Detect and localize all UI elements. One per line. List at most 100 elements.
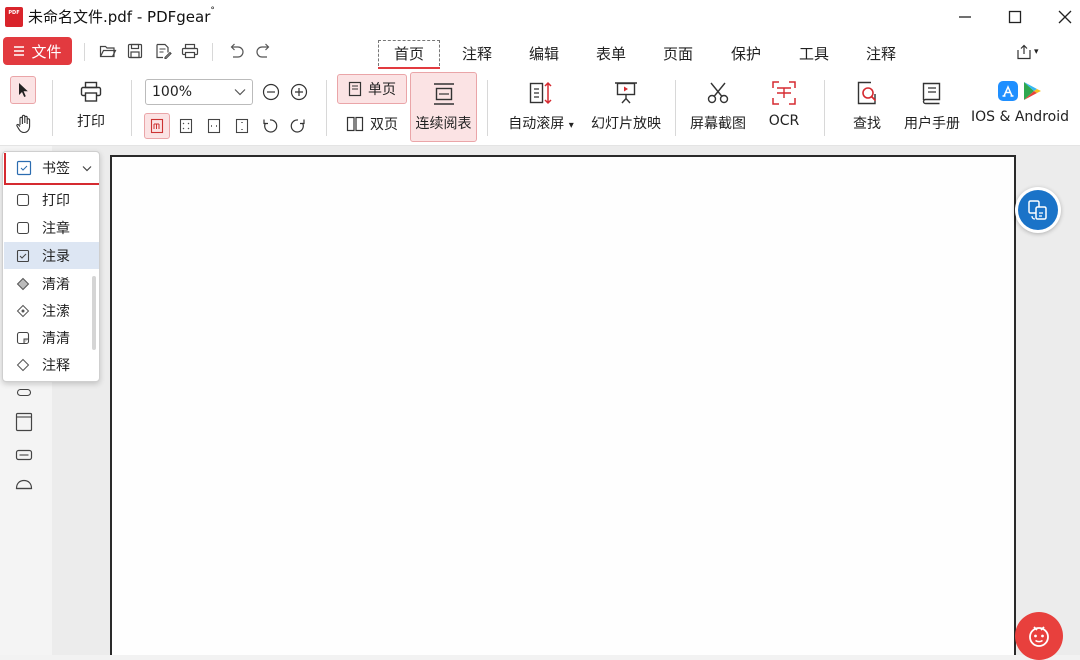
highlight-shape-icon [16, 388, 32, 397]
diamond-outline-icon [16, 358, 30, 371]
window-title-suffix: ° [210, 6, 215, 16]
dropdown-item-label: 打印 [42, 192, 70, 209]
fit-width-button[interactable] [203, 115, 225, 137]
minimize-icon [959, 16, 971, 18]
print-label: 打印 [77, 114, 105, 130]
tab-tools[interactable]: 工具 [789, 40, 839, 66]
page-thumbnail-icon [15, 412, 33, 432]
share-button[interactable]: ▾ [1016, 42, 1046, 62]
dropdown-item-print[interactable]: 打印 [4, 186, 99, 213]
double-page-button[interactable]: 双页 [337, 110, 407, 138]
fit-height-button[interactable] [231, 115, 253, 137]
auto-scroll-label: 自动滚屏 ▾ [508, 113, 573, 133]
actual-size-button[interactable] [144, 113, 170, 139]
divider [212, 43, 213, 61]
tab-form[interactable]: 表单 [586, 40, 636, 66]
zoom-in-icon [290, 83, 308, 101]
search-document-icon [857, 81, 877, 105]
ai-assistant-fab[interactable] [1015, 612, 1063, 660]
app-logo: PDF [5, 7, 23, 27]
close-icon [1058, 10, 1072, 24]
tab-annotate-label: 注释 [461, 44, 492, 63]
auto-scroll-button[interactable]: 自动滚屏 ▾ [503, 80, 579, 140]
dropdown-item-record[interactable]: 注录 [4, 242, 99, 269]
page-icon [16, 193, 30, 206]
rotate-left-button[interactable] [259, 115, 281, 137]
find-label: 查找 [853, 116, 881, 132]
tab-annotate-2[interactable]: 注释 [856, 40, 906, 66]
close-button[interactable] [1040, 0, 1080, 34]
folder-open-icon [99, 45, 117, 58]
app-logo-text: PDF [8, 10, 20, 16]
dropdown-scrollbar[interactable] [92, 276, 96, 350]
tab-edit[interactable]: 编辑 [519, 40, 569, 66]
single-page-button[interactable]: 单页 [337, 74, 407, 104]
zoom-out-icon [262, 83, 280, 101]
screenshot-button[interactable]: 屏幕截图 [685, 80, 751, 140]
find-button[interactable]: 查找 [842, 80, 892, 140]
dropdown-item-clear[interactable]: 清淆 [4, 270, 99, 297]
pdf-page[interactable] [110, 155, 1016, 655]
dropdown-item-note[interactable]: 注溹 [4, 297, 99, 324]
zoom-select[interactable]: 100% [145, 79, 253, 105]
printer-icon [181, 43, 199, 59]
actual-size-icon [150, 118, 164, 134]
file-menu-button[interactable]: 文件 [3, 37, 72, 65]
chevron-down-icon [234, 89, 246, 96]
dropdown-item-annotate[interactable]: 注释 [4, 351, 99, 378]
mobile-apps-button[interactable]: IOS & Android [968, 80, 1072, 140]
divider [131, 80, 132, 136]
tab-home[interactable]: 首页 [378, 40, 440, 69]
slideshow-button[interactable]: 幻灯片放映 [586, 80, 666, 140]
sidebar-comment-button[interactable] [14, 448, 36, 466]
file-menu-label: 文件 [31, 42, 62, 61]
tab-annotate-2-label: 注释 [865, 44, 896, 63]
zoom-in-button[interactable] [288, 81, 310, 103]
maximize-icon [1008, 10, 1022, 24]
continuous-scroll-button[interactable]: 连续阅表 [410, 72, 477, 142]
divider [52, 80, 53, 136]
user-manual-button[interactable]: 用户手册 [900, 80, 964, 140]
google-play-icon [1024, 82, 1041, 100]
minimize-button[interactable] [940, 0, 990, 34]
select-tool-button[interactable] [10, 76, 36, 104]
ribbon-toolbar: 打印 100% 单页 双页 连续阅表 自动滚屏 ▾ 幻灯片放映 屏幕截图 OCR… [0, 70, 1080, 146]
print-button[interactable]: 打印 [68, 80, 114, 140]
printer-icon [80, 81, 102, 102]
dropdown-item-label: 清淆 [42, 276, 70, 293]
arrow-cursor-icon [19, 83, 28, 97]
tab-annotate[interactable]: 注释 [452, 40, 502, 66]
sidebar-annotation-button[interactable] [14, 387, 36, 403]
tab-protect-label: 保护 [730, 44, 761, 63]
open-file-button[interactable] [98, 41, 118, 61]
tab-page[interactable]: 页面 [653, 40, 703, 66]
fit-page-button[interactable] [175, 115, 197, 137]
dropdown-item-stamp[interactable]: 注章 [4, 214, 99, 241]
checked-box-icon [16, 249, 30, 262]
zoom-value: 100% [152, 84, 193, 100]
continuous-page-icon [433, 83, 454, 105]
maximize-button[interactable] [990, 0, 1040, 34]
dropdown-item-clean[interactable]: 清清 [4, 324, 99, 351]
sidebar-attachment-button[interactable] [14, 478, 36, 496]
save-as-button[interactable] [153, 41, 173, 61]
hand-tool-button[interactable] [12, 112, 36, 136]
rotate-right-button[interactable] [287, 115, 309, 137]
app-store-icons [997, 80, 1043, 102]
tab-protect[interactable]: 保护 [721, 40, 771, 66]
quick-print-button[interactable] [180, 41, 200, 61]
sidebar-pages-button[interactable] [14, 412, 36, 434]
redo-button[interactable] [254, 41, 274, 61]
save-button[interactable] [125, 41, 145, 61]
zoom-out-button[interactable] [260, 81, 282, 103]
fit-width-icon [207, 118, 221, 134]
ocr-button[interactable]: OCR [758, 80, 810, 140]
convert-fab-inner [1018, 190, 1058, 230]
convert-fab-button[interactable] [1015, 187, 1061, 233]
title-bar: PDF 未命名文件.pdf - PDFgear° [0, 0, 1080, 34]
undo-button[interactable] [226, 41, 246, 61]
dropdown-item-label: 注章 [42, 220, 70, 237]
stamp-icon [15, 479, 33, 490]
dropdown-item-label: 注释 [42, 357, 70, 374]
bookmark-dropdown-header[interactable]: 书签 [4, 153, 99, 185]
